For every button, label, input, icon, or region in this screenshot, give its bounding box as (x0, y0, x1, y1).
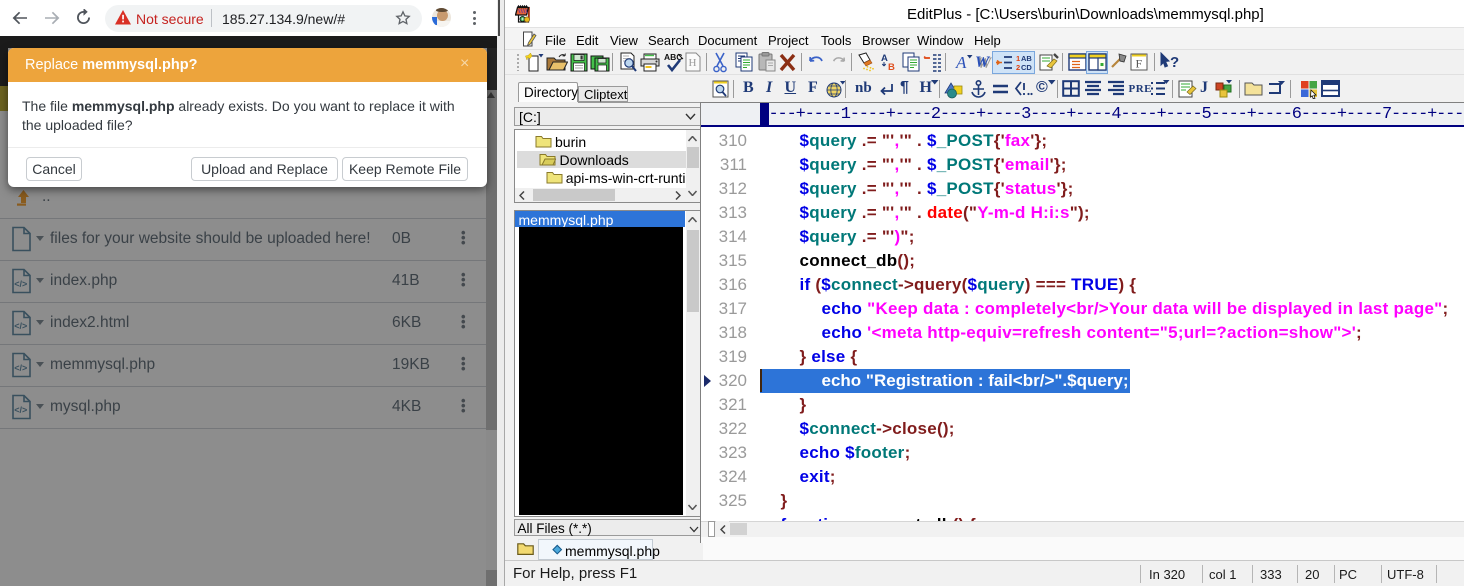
svg-text:2: 2 (1016, 63, 1020, 72)
svg-text:AB: AB (1021, 54, 1032, 63)
svg-text:?: ? (1170, 54, 1179, 71)
svg-text:</>: </> (14, 363, 27, 373)
svg-text:F: F (1135, 57, 1142, 71)
svg-text:</>: </> (14, 405, 27, 415)
svg-text:H: H (689, 57, 697, 69)
svg-text:1: 1 (1016, 54, 1020, 63)
svg-text:A: A (955, 53, 967, 72)
svg-text:</>: </> (14, 279, 27, 289)
svg-text:B: B (888, 62, 895, 73)
svg-text:W: W (975, 54, 991, 71)
svg-text:CD: CD (1021, 63, 1032, 72)
svg-text:</>: </> (14, 321, 27, 331)
